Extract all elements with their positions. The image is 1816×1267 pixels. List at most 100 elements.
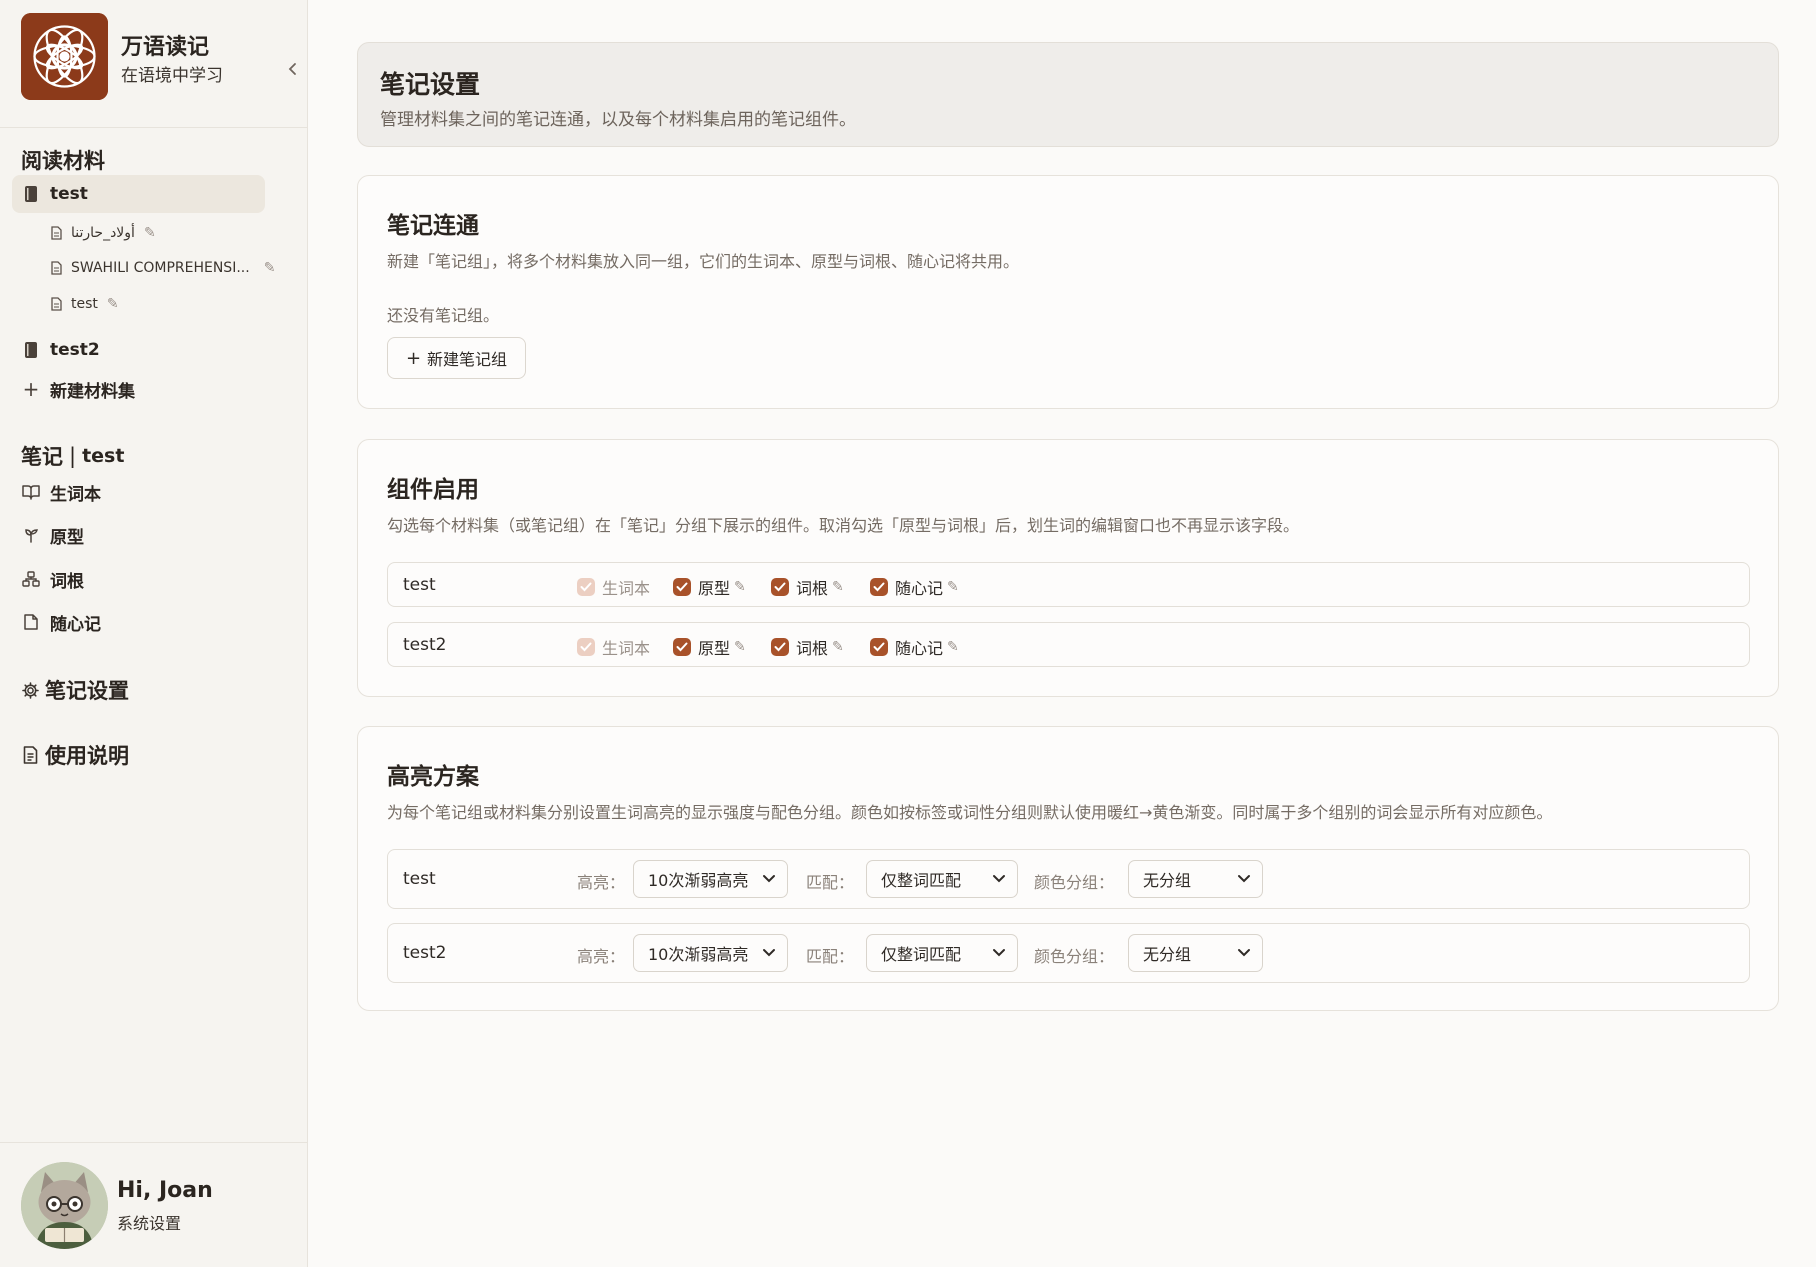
- notebook-icon: [22, 185, 40, 203]
- row-name: test: [403, 869, 436, 889]
- edit-pencil-icon[interactable]: ✎: [107, 296, 119, 312]
- edit-pencil-icon[interactable]: ✎: [832, 579, 844, 595]
- check-icon: [676, 582, 688, 592]
- divider: [0, 127, 308, 128]
- select-value: 仅整词匹配: [881, 945, 962, 964]
- collapse-sidebar-button[interactable]: [283, 57, 303, 81]
- component-lemma: 原型 ✎: [673, 635, 746, 659]
- sidebar-item-help[interactable]: 使用说明: [21, 740, 129, 770]
- file-icon: [22, 613, 40, 631]
- notes-current-collection: test: [82, 445, 125, 467]
- sidebar-item-lemma[interactable]: 原型: [12, 516, 265, 554]
- notebook-icon: [22, 341, 40, 359]
- sidebar-item-label: 随心记: [50, 614, 101, 635]
- app-name: 万语读记: [121, 35, 210, 60]
- sidebar: 万语读记 在语境中学习 阅读材料 test أولاد_حارتنا ✎ SWA…: [0, 0, 308, 1267]
- chevron-down-icon: [993, 949, 1005, 957]
- checkbox[interactable]: [870, 638, 888, 656]
- notes-section-title: 笔记 | test: [21, 441, 124, 471]
- highlight-card: 高亮方案 为每个笔记组或材料集分别设置生词高亮的显示强度与配色分组。颜色如按标签…: [357, 726, 1779, 1011]
- checkbox[interactable]: [870, 578, 888, 596]
- match-select[interactable]: 仅整词匹配: [866, 860, 1018, 898]
- intensity-select[interactable]: 10次渐弱高亮: [633, 934, 788, 972]
- sidebar-item-settings[interactable]: 笔记设置: [21, 675, 129, 705]
- component-lemma: 原型 ✎: [673, 575, 746, 599]
- match-label: 匹配：: [806, 947, 855, 966]
- check-icon: [580, 642, 592, 652]
- material-item[interactable]: أولاد_حارتنا ✎: [50, 219, 156, 247]
- components-title: 组件启用: [387, 477, 479, 503]
- checkbox[interactable]: [771, 638, 789, 656]
- checkbox[interactable]: [673, 578, 691, 596]
- new-collection-button[interactable]: + 新建材料集: [12, 370, 265, 408]
- select-value: 10次渐弱高亮: [648, 945, 749, 964]
- collection-test2[interactable]: test2: [12, 331, 265, 369]
- checkbox: [577, 638, 595, 656]
- chevron-left-icon: [288, 63, 296, 75]
- document-icon: [50, 261, 64, 275]
- edit-pencil-icon[interactable]: ✎: [734, 639, 746, 655]
- color-group-select[interactable]: 无分组: [1128, 860, 1263, 898]
- plus-icon: +: [22, 377, 40, 401]
- edit-pencil-icon[interactable]: ✎: [947, 639, 959, 655]
- divider: [0, 1142, 308, 1143]
- intensity-select[interactable]: 10次渐弱高亮: [633, 860, 788, 898]
- select-value: 10次渐弱高亮: [648, 871, 749, 890]
- collection-label: test: [50, 184, 88, 204]
- check-icon: [873, 642, 885, 652]
- component-root: 词根 ✎: [771, 635, 844, 659]
- reading-section-title: 阅读材料: [21, 149, 105, 173]
- components-card: 组件启用 勾选每个材料集（或笔记组）在「笔记」分组下展示的组件。取消勾选「原型与…: [357, 439, 1779, 697]
- collection-label: test2: [50, 340, 100, 360]
- edit-pencil-icon[interactable]: ✎: [832, 639, 844, 655]
- new-group-button[interactable]: + 新建笔记组: [387, 337, 526, 379]
- brand-logo: [21, 13, 108, 100]
- component-label: 原型: [698, 579, 731, 598]
- checkbox: [577, 578, 595, 596]
- avatar[interactable]: [21, 1162, 108, 1249]
- select-value: 无分组: [1143, 945, 1192, 964]
- row-name: test2: [403, 943, 447, 963]
- mandala-logo-icon: [21, 13, 108, 100]
- check-icon: [873, 582, 885, 592]
- book-open-icon: [22, 483, 40, 501]
- collection-test[interactable]: test: [12, 175, 265, 213]
- page-description: 管理材料集之间的笔记连通，以及每个材料集启用的笔记组件。: [380, 110, 856, 130]
- sprout-icon: [22, 526, 40, 544]
- empty-groups-message: 还没有笔记组。: [387, 306, 500, 325]
- app-subtitle: 在语境中学习: [121, 66, 223, 86]
- component-memo: 随心记 ✎: [870, 635, 959, 659]
- checkbox[interactable]: [673, 638, 691, 656]
- components-description: 勾选每个材料集（或笔记组）在「笔记」分组下展示的组件。取消勾选「原型与词根」后，…: [387, 516, 1300, 535]
- chevron-down-icon: [993, 875, 1005, 883]
- component-row: test2 生词本 原型 ✎ 词根 ✎ 随心记 ✎: [387, 622, 1750, 667]
- settings-label: 笔记设置: [45, 679, 129, 703]
- color-group-select[interactable]: 无分组: [1128, 934, 1263, 972]
- sidebar-item-root[interactable]: 词根: [12, 560, 265, 598]
- highlight-description: 为每个笔记组或材料集分别设置生词高亮的显示强度与配色分组。颜色如按标签或词性分组…: [387, 803, 1553, 822]
- material-item[interactable]: SWAHILI COMPREHENSI... ✎: [50, 254, 275, 282]
- edit-pencil-icon[interactable]: ✎: [264, 260, 276, 276]
- material-item[interactable]: test ✎: [50, 290, 119, 318]
- highlight-row: test 高亮： 10次渐弱高亮 匹配： 仅整词匹配 颜色分组： 无分组: [387, 849, 1750, 909]
- component-label: 词根: [796, 639, 829, 658]
- checkbox[interactable]: [771, 578, 789, 596]
- sidebar-item-memo[interactable]: 随心记: [12, 603, 265, 641]
- match-select[interactable]: 仅整词匹配: [866, 934, 1018, 972]
- material-label: أولاد_حارتنا: [71, 225, 135, 241]
- linking-title: 笔记连通: [387, 213, 479, 239]
- edit-pencil-icon[interactable]: ✎: [734, 579, 746, 595]
- notes-title-text: 笔记: [21, 445, 63, 469]
- edit-pencil-icon[interactable]: ✎: [947, 579, 959, 595]
- new-collection-label: 新建材料集: [50, 381, 135, 402]
- sidebar-item-vocabulary[interactable]: 生词本: [12, 473, 265, 511]
- plus-icon: +: [405, 347, 422, 369]
- component-memo: 随心记 ✎: [870, 575, 959, 599]
- component-label: 随心记: [895, 639, 944, 658]
- edit-pencil-icon[interactable]: ✎: [144, 225, 156, 241]
- document-icon: [50, 297, 64, 311]
- system-settings-link[interactable]: 系统设置: [117, 1210, 181, 1234]
- network-icon: [22, 570, 40, 588]
- component-label: 随心记: [895, 579, 944, 598]
- material-label: SWAHILI COMPREHENSI...: [71, 260, 250, 276]
